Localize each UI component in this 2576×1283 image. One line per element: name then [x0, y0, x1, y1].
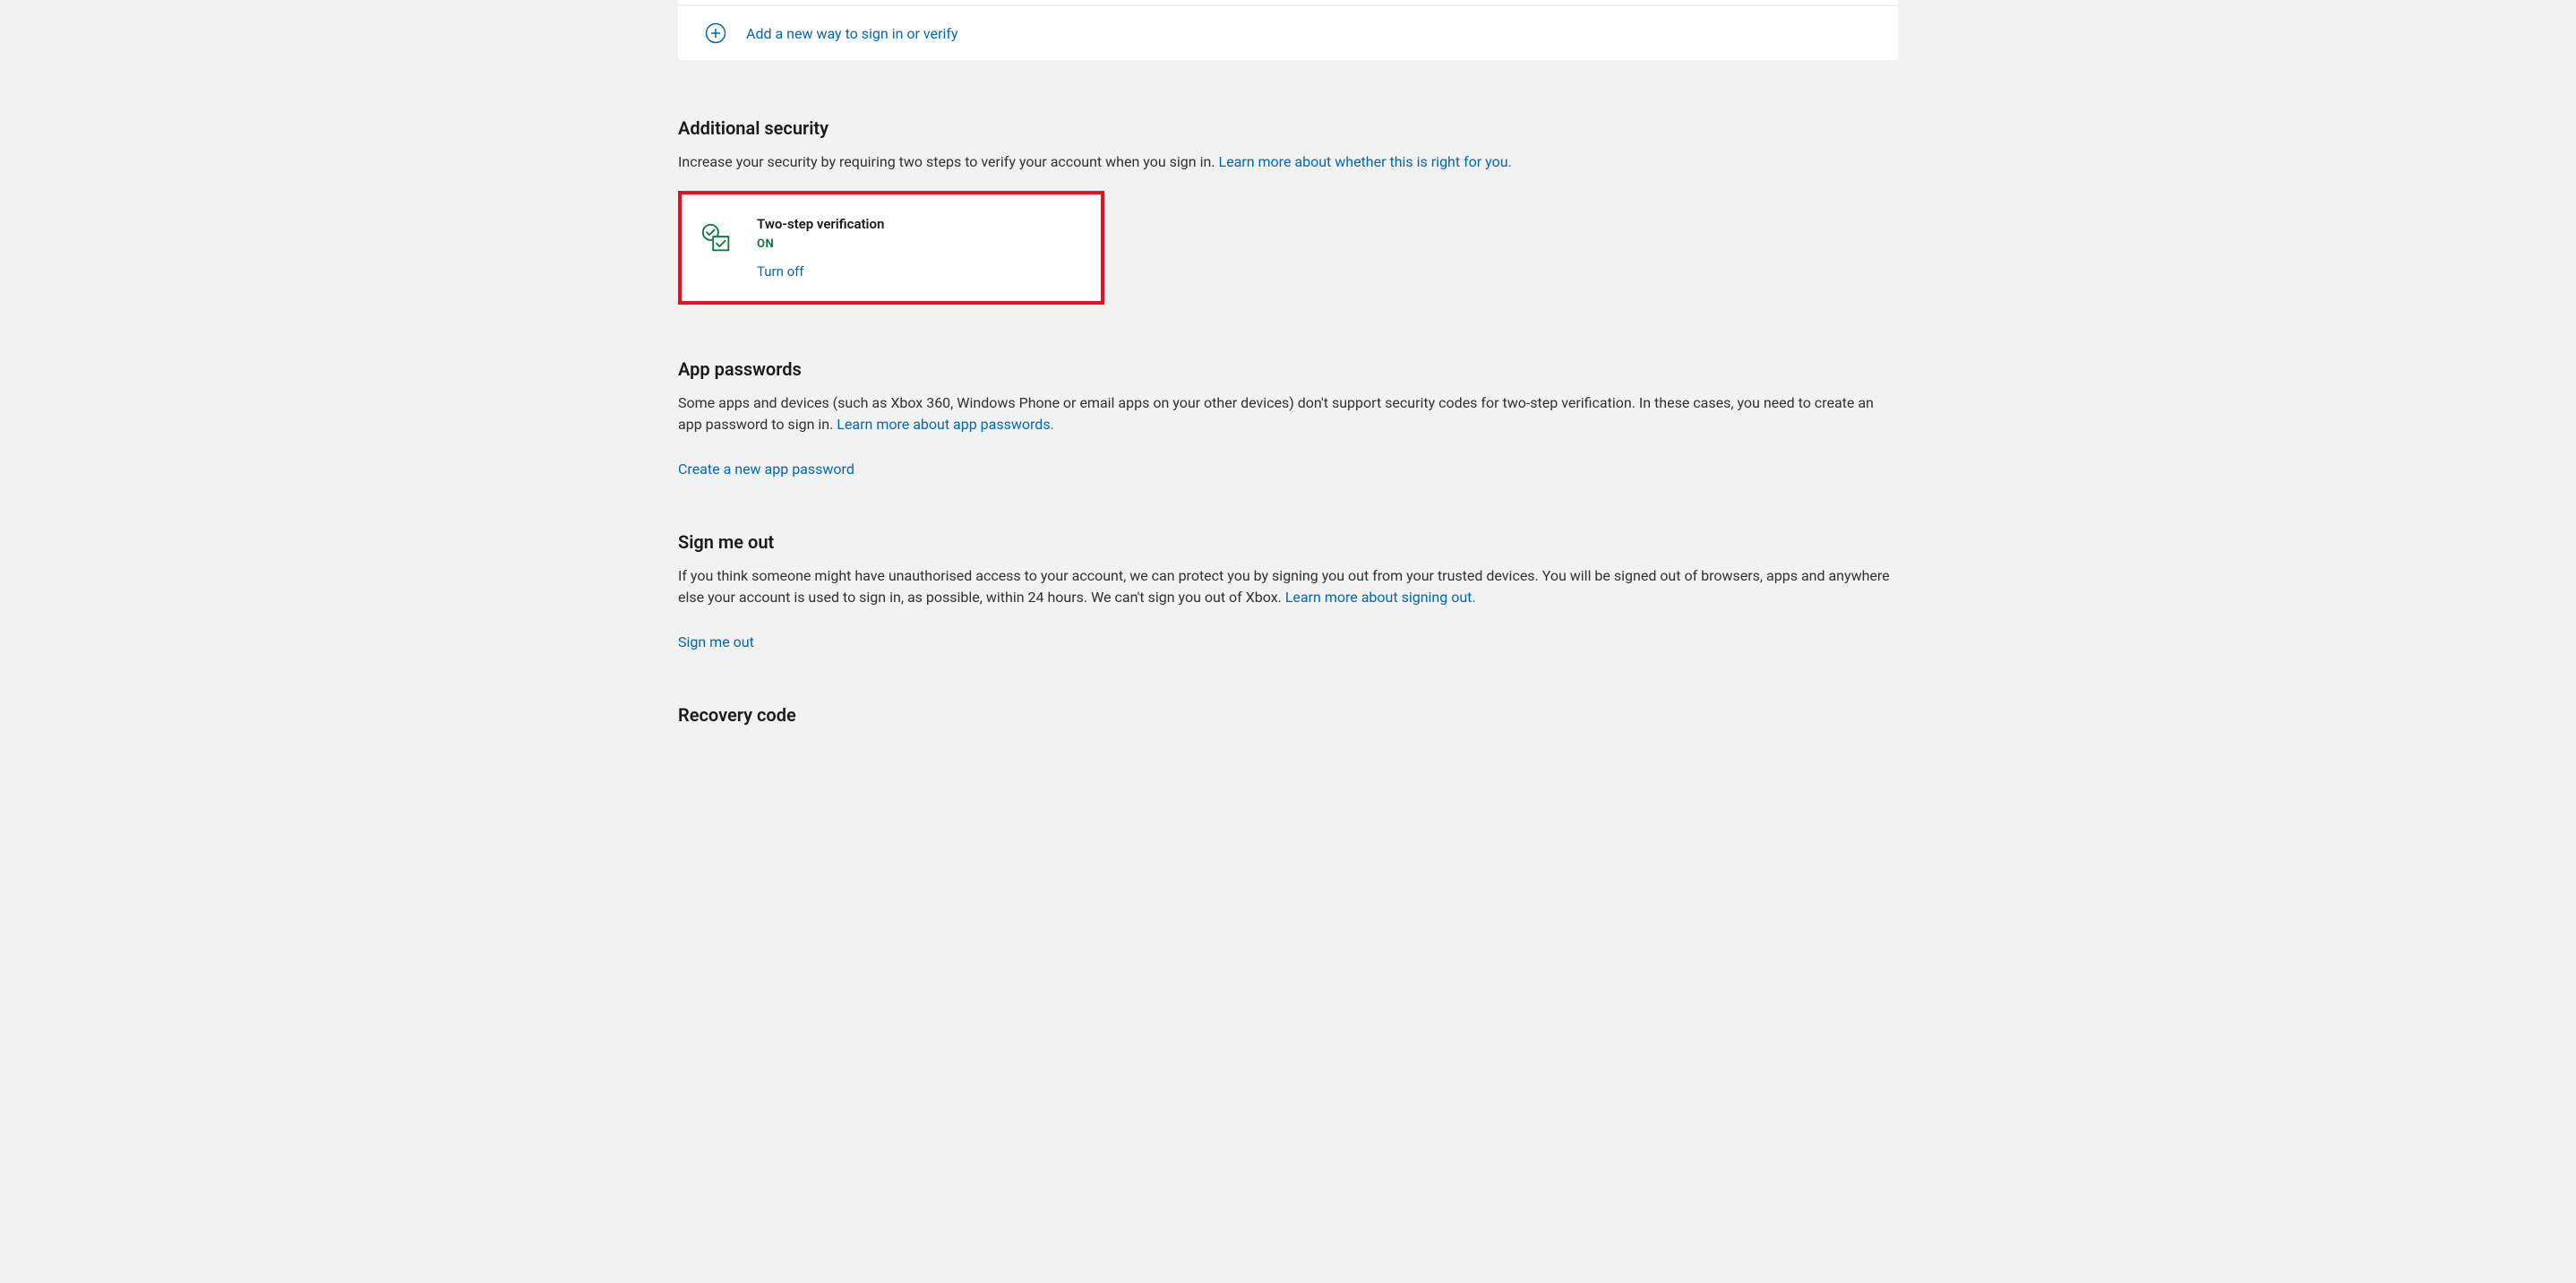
- sign-me-out-desc-text: If you think someone might have unauthor…: [678, 567, 1890, 606]
- two-step-verification-turn-off-link[interactable]: Turn off: [757, 263, 884, 280]
- sign-me-out-section: Sign me out If you think someone might h…: [678, 531, 1898, 650]
- sign-me-out-desc: If you think someone might have unauthor…: [678, 565, 1898, 608]
- app-passwords-learn-more-link[interactable]: Learn more about app passwords.: [837, 416, 1054, 433]
- additional-security-learn-more-link[interactable]: Learn more about whether this is right f…: [1218, 153, 1511, 170]
- sign-me-out-title: Sign me out: [678, 531, 1898, 553]
- recovery-code-title: Recovery code: [678, 704, 1898, 726]
- sign-me-out-link[interactable]: Sign me out: [678, 633, 754, 650]
- app-passwords-section: App passwords Some apps and devices (suc…: [678, 358, 1898, 478]
- two-step-verification-status: ON: [757, 237, 884, 251]
- previous-card-edge: [678, 0, 1898, 4]
- additional-security-section: Additional security Increase your securi…: [678, 117, 1898, 305]
- additional-security-desc-text: Increase your security by requiring two …: [678, 153, 1218, 170]
- additional-security-title: Additional security: [678, 117, 1898, 139]
- app-passwords-title: App passwords: [678, 358, 1898, 380]
- sign-me-out-learn-more-link[interactable]: Learn more about signing out.: [1285, 589, 1476, 606]
- two-step-verification-card: Two-step verification ON Turn off: [678, 191, 1104, 305]
- add-signin-method-row[interactable]: Add a new way to sign in or verify: [678, 6, 1898, 60]
- create-app-password-link[interactable]: Create a new app password: [678, 461, 854, 478]
- two-step-verification-icon: [700, 221, 734, 255]
- add-signin-method-link[interactable]: Add a new way to sign in or verify: [746, 25, 957, 42]
- two-step-verification-content: Two-step verification ON Turn off: [757, 216, 884, 280]
- recovery-code-section: Recovery code: [678, 704, 1898, 726]
- additional-security-desc: Increase your security by requiring two …: [678, 151, 1898, 173]
- add-icon: [705, 22, 726, 44]
- app-passwords-desc: Some apps and devices (such as Xbox 360,…: [678, 392, 1898, 435]
- two-step-verification-title: Two-step verification: [757, 216, 884, 232]
